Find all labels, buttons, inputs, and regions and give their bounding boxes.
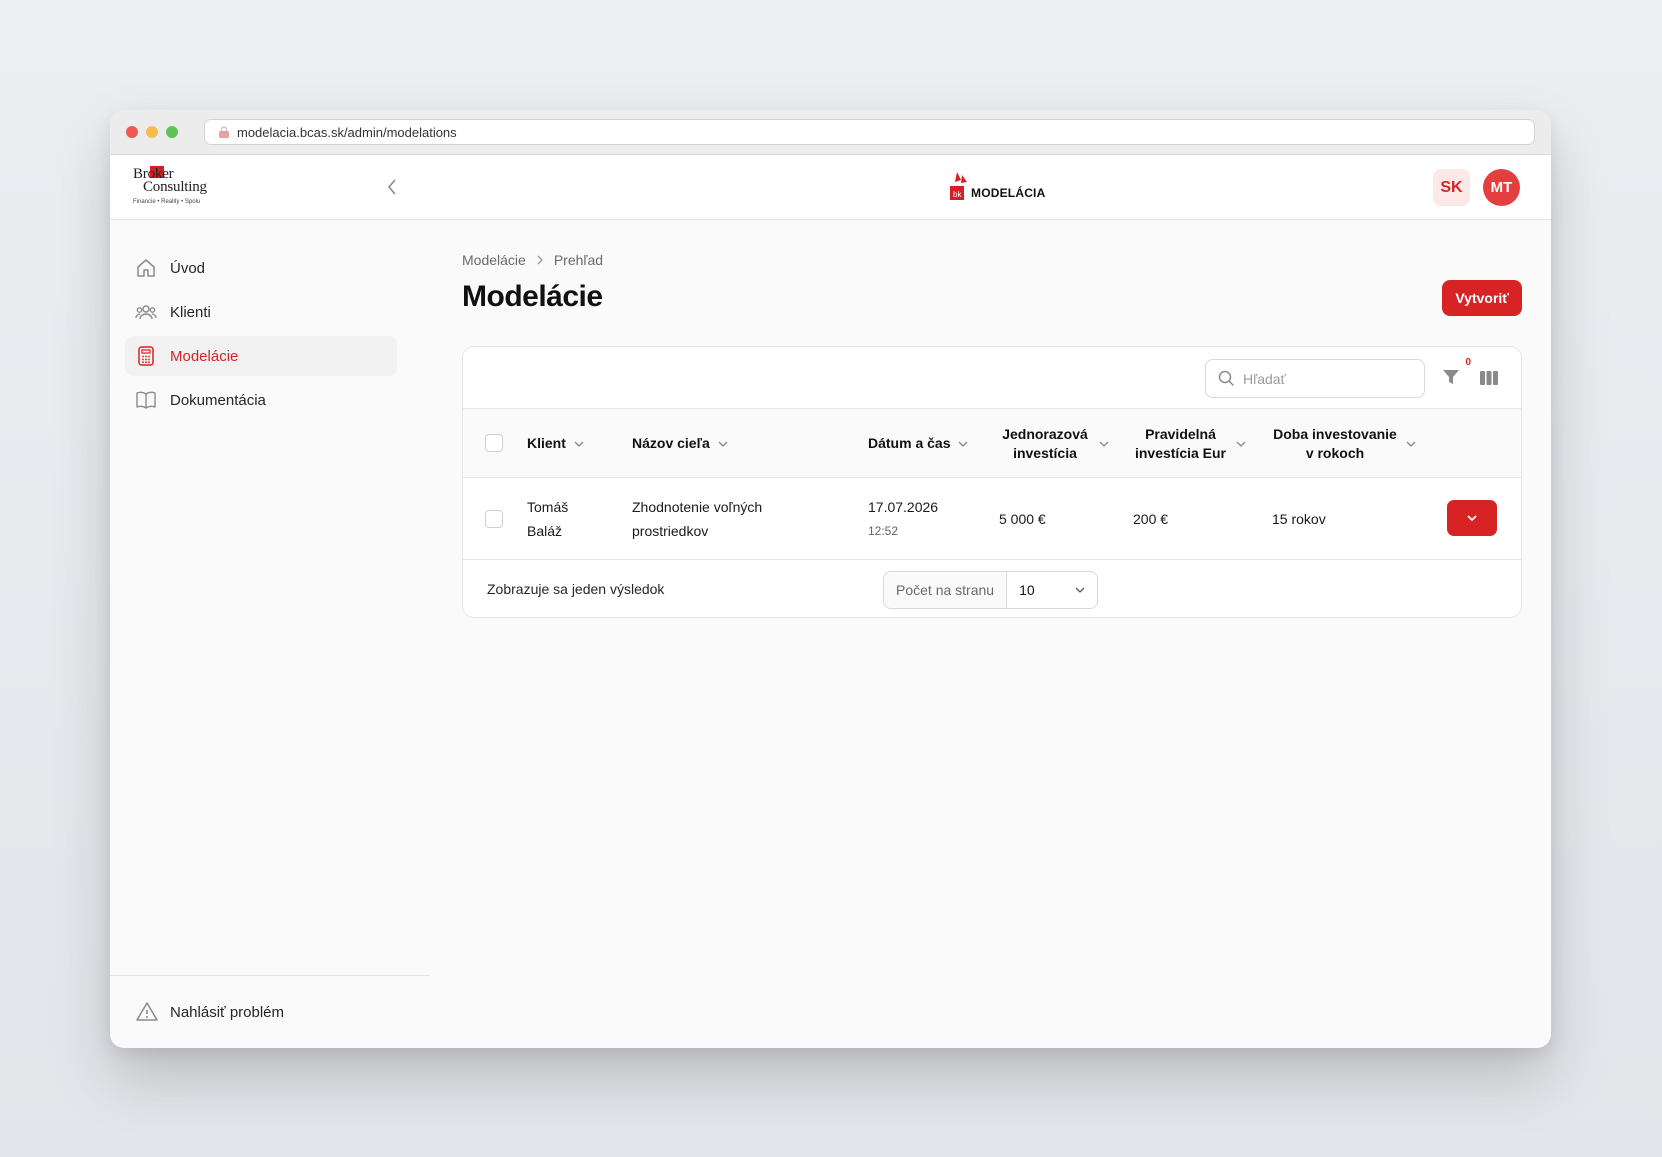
- column-label: Doba investovanie v rokoch: [1273, 425, 1397, 461]
- client-last-name: Baláž: [527, 523, 563, 539]
- broker-consulting-logo[interactable]: Broker Consulting Financie • Reality • S…: [133, 166, 215, 210]
- row-time: 12:52: [868, 524, 899, 538]
- column-header-klient[interactable]: Klient: [527, 409, 584, 478]
- column-header-datum-a-cas[interactable]: Dátum a čas: [868, 409, 968, 478]
- row-actions-button[interactable]: [1447, 500, 1497, 536]
- chevron-down-icon: [718, 441, 728, 447]
- per-page-select[interactable]: 10: [1007, 572, 1097, 608]
- chevron-down-icon: [1406, 441, 1416, 447]
- columns-icon: [1480, 371, 1498, 385]
- column-header-pravidelna-investicia[interactable]: Pravidelná investícia Eur: [1133, 409, 1246, 478]
- search-icon: [1218, 370, 1235, 387]
- cell-date: 17.07.2026 12:52: [868, 478, 938, 560]
- table-row[interactable]: Tomáš Baláž Zhodnotenie voľných prostrie…: [463, 478, 1521, 560]
- sidebar-item-modelacie[interactable]: Modelácie: [125, 336, 397, 376]
- window-controls: [126, 126, 178, 138]
- url-text: modelacia.bcas.sk/admin/modelations: [237, 124, 457, 140]
- address-bar[interactable]: modelacia.bcas.sk/admin/modelations: [204, 119, 1535, 145]
- cell-duration: 15 rokov: [1272, 511, 1326, 527]
- chevron-right-icon: [537, 255, 543, 265]
- browser-window: modelacia.bcas.sk/admin/modelations Brok…: [110, 110, 1551, 1048]
- user-avatar[interactable]: MT: [1483, 169, 1520, 206]
- sidebar-nav: Úvod Klienti Modelácie Dokumentácia: [125, 248, 397, 424]
- browser-chrome: modelacia.bcas.sk/admin/modelations: [110, 110, 1551, 155]
- column-header-nazov-ciela[interactable]: Názov cieľa: [632, 409, 728, 478]
- chevron-down-icon: [1236, 441, 1246, 447]
- logo-tagline: Financie • Reality • Spolu: [133, 199, 201, 205]
- column-label: Pravidelná investícia Eur: [1134, 425, 1227, 461]
- create-button[interactable]: Vytvoriť: [1442, 280, 1522, 316]
- filter-icon: [1443, 370, 1459, 384]
- column-label: Klient: [527, 435, 566, 451]
- breadcrumb-current: Prehľad: [553, 252, 604, 268]
- chevron-down-icon: [1467, 515, 1477, 522]
- filter-button[interactable]: 0: [1441, 357, 1471, 389]
- search-box[interactable]: [1205, 359, 1425, 398]
- column-label: Dátum a čas: [868, 435, 951, 451]
- chevron-down-icon: [959, 441, 968, 447]
- column-header-doba-investovania[interactable]: Doba investovanie v rokoch: [1272, 409, 1416, 478]
- per-page-control: Počet na stranu 10: [883, 571, 1099, 609]
- report-problem-link[interactable]: Nahlásiť problém: [110, 975, 430, 1048]
- collapse-sidebar-button[interactable]: [380, 175, 404, 199]
- cell-one-time-investment: 5 000 €: [999, 511, 1046, 527]
- modelations-table-card: 0 Klient Názov cieľa Dátum a čas: [462, 346, 1522, 618]
- chevron-down-icon: [1099, 441, 1109, 447]
- per-page-label: Počet na stranu: [884, 572, 1008, 608]
- page-title: Modelácie: [462, 280, 603, 313]
- close-window-button[interactable]: [126, 126, 138, 138]
- language-switcher[interactable]: SK: [1433, 169, 1470, 206]
- search-input[interactable]: [1243, 370, 1413, 387]
- sidebar-item-uvod[interactable]: Úvod: [125, 248, 397, 288]
- column-toggle-button[interactable]: [1479, 368, 1499, 388]
- sidebar-item-label: Klienti: [170, 303, 211, 321]
- maximize-window-button[interactable]: [166, 126, 178, 138]
- chevron-left-icon: [387, 179, 396, 195]
- sidebar-item-label: Dokumentácia: [170, 391, 266, 409]
- report-problem-label: Nahlásiť problém: [170, 1003, 285, 1021]
- users-icon: [135, 301, 157, 323]
- result-count-text: Zobrazuje sa jeden výsledok: [487, 581, 665, 597]
- breadcrumb: Modelácie Prehľad: [462, 252, 603, 268]
- sidebar-item-label: Modelácie: [170, 347, 239, 365]
- table-toolbar: 0: [463, 347, 1521, 409]
- table-footer: Zobrazuje sa jeden výsledok Počet na str…: [463, 560, 1521, 617]
- sidebar-item-dokumentacia[interactable]: Dokumentácia: [125, 380, 397, 420]
- sidebar: Úvod Klienti Modelácie Dokumentácia Nahl…: [110, 220, 430, 1048]
- minimize-window-button[interactable]: [146, 126, 158, 138]
- column-label: Jednorazová investícia: [1002, 425, 1088, 461]
- cell-client: Tomáš Baláž: [527, 478, 568, 560]
- filter-count-badge: 0: [1465, 357, 1471, 368]
- cell-regular-investment: 200 €: [1133, 511, 1169, 527]
- app-header: Broker Consulting Financie • Reality • S…: [110, 155, 1551, 220]
- chevron-down-icon: [574, 441, 584, 447]
- warning-icon: [135, 1000, 159, 1024]
- sidebar-item-label: Úvod: [170, 259, 206, 277]
- logo-line-2: Consulting: [143, 179, 207, 195]
- client-first-name: Tomáš: [527, 499, 569, 515]
- calculator-icon: [135, 345, 157, 367]
- breadcrumb-parent[interactable]: Modelácie: [462, 252, 526, 268]
- home-icon: [135, 257, 157, 279]
- column-label: Názov cieľa: [632, 435, 710, 451]
- chevron-down-icon: [1075, 587, 1085, 593]
- svg-text:bk: bk: [953, 190, 962, 199]
- row-date: 17.07.2026: [868, 499, 939, 515]
- table-header: Klient Názov cieľa Dátum a čas Jednorazo…: [463, 409, 1521, 478]
- app-logo: bk MODELÁCIA: [950, 172, 1045, 200]
- sidebar-item-klienti[interactable]: Klienti: [125, 292, 397, 332]
- select-all-checkbox[interactable]: [485, 434, 503, 452]
- column-header-jednorazova-investicia[interactable]: Jednorazová investícia: [999, 409, 1109, 478]
- cell-goal: Zhodnotenie voľných prostriedkov: [632, 478, 762, 560]
- per-page-value: 10: [1019, 582, 1035, 598]
- lock-icon: [217, 125, 231, 139]
- goal-line-1: Zhodnotenie voľných: [632, 499, 763, 515]
- row-checkbox[interactable]: [485, 510, 503, 528]
- book-icon: [135, 389, 157, 411]
- goal-line-2: prostriedkov: [632, 523, 709, 539]
- app-logo-icon: bk: [950, 172, 967, 200]
- app-logo-text: MODELÁCIA: [971, 186, 1046, 200]
